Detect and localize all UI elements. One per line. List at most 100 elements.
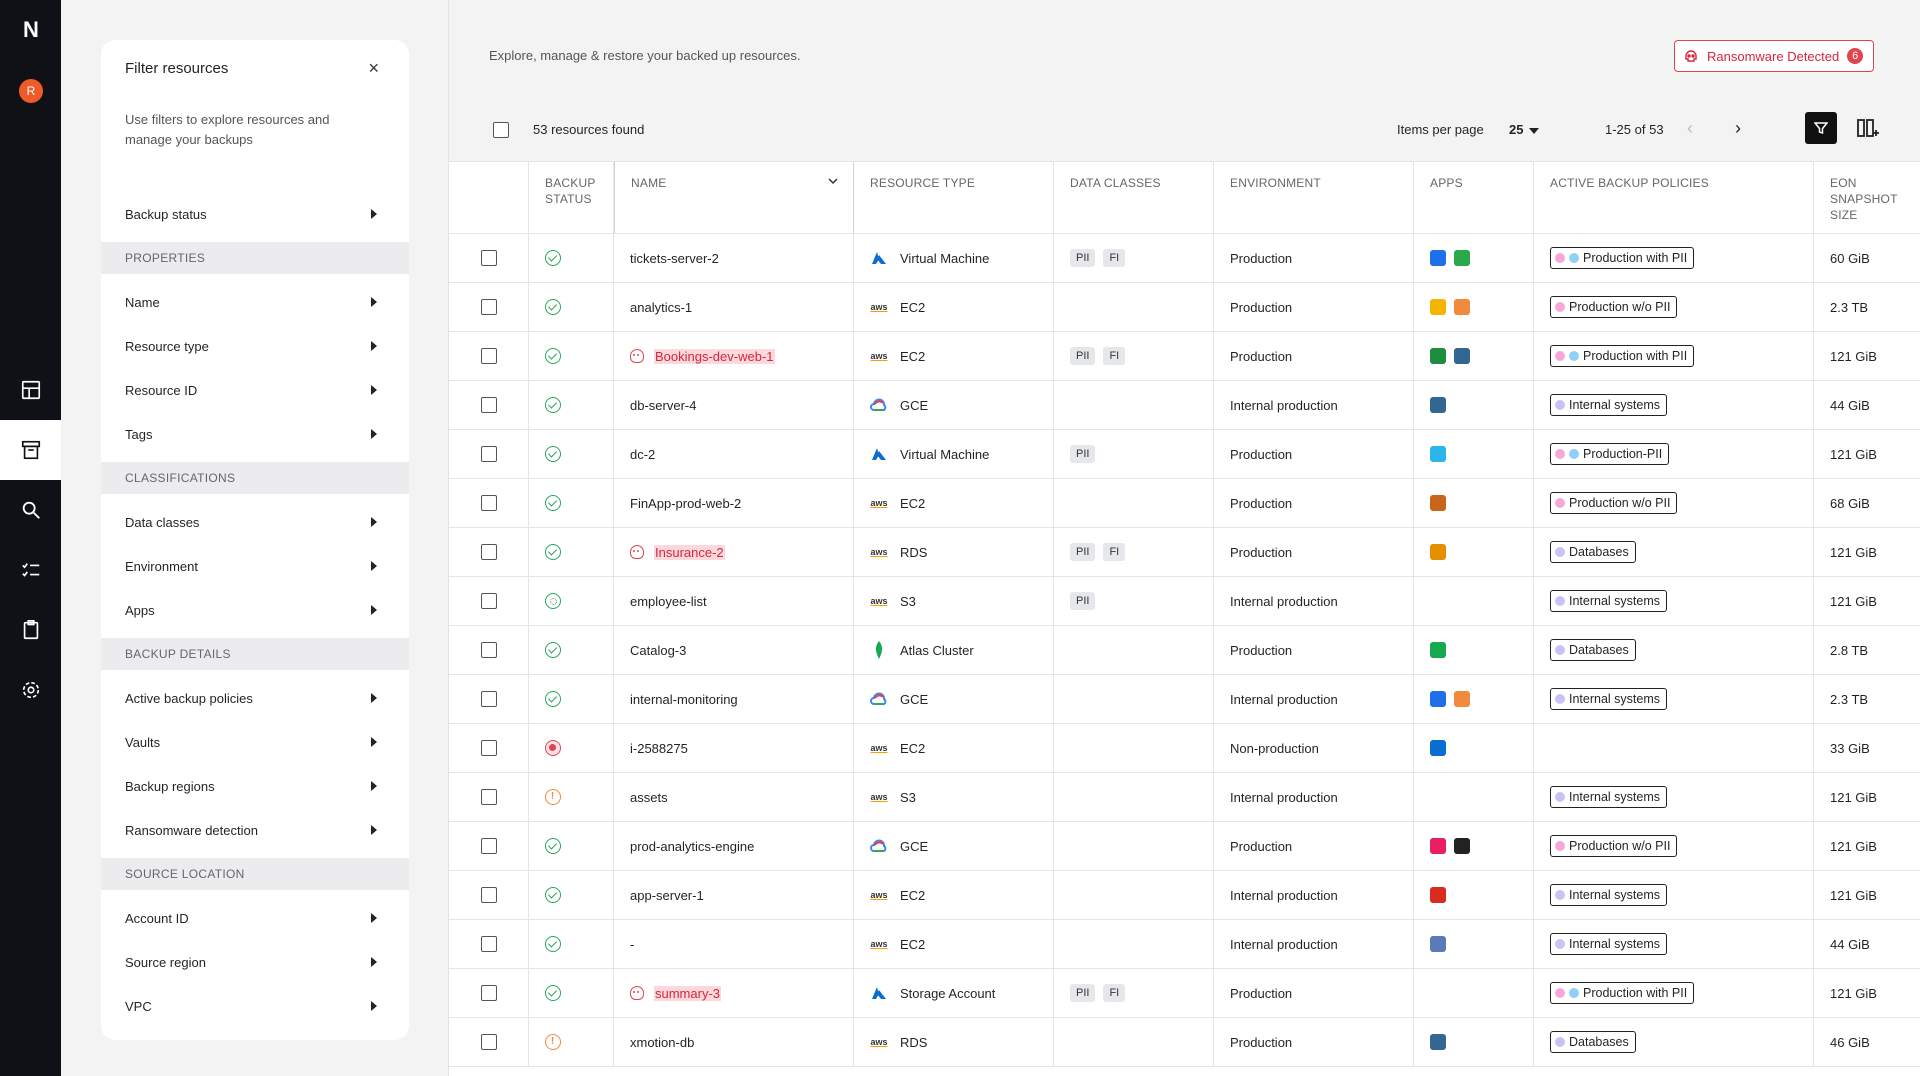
table-row[interactable]: db-server-4 GCE Internal production Interna… xyxy=(449,381,1920,430)
table-row[interactable]: xmotion-db aws RDS Production Databases 46 Gi… xyxy=(449,1018,1920,1067)
row-checkbox[interactable] xyxy=(480,887,497,903)
row-checkbox[interactable] xyxy=(480,299,497,315)
table-row[interactable]: i-2588275 aws EC2 Non-production 33 GiB xyxy=(449,724,1920,773)
prev-page-button[interactable]: ‹ xyxy=(1687,118,1693,139)
resource-name-link[interactable]: tickets-server-2 xyxy=(630,251,719,266)
items-per-page-select[interactable]: 25 xyxy=(1509,122,1539,137)
backup-policy-chip[interactable]: Production w/o PII xyxy=(1550,492,1678,514)
filter-item-backup-regions[interactable]: Backup regions xyxy=(101,764,409,808)
row-checkbox[interactable] xyxy=(480,495,497,511)
ransomware-detected-button[interactable]: Ransomware Detected 6 xyxy=(1674,40,1875,72)
resource-name-link[interactable]: Insurance-2 xyxy=(654,544,725,560)
row-checkbox[interactable] xyxy=(480,691,497,707)
filter-item-vaults[interactable]: Vaults xyxy=(101,720,409,764)
column-header-data-classes[interactable]: DATA CLASSES xyxy=(1054,162,1214,233)
table-row[interactable]: tickets-server-2 Virtual Machine PII FI Prod… xyxy=(449,234,1920,283)
filter-item-ransomware-detection[interactable]: Ransomware detection xyxy=(101,808,409,852)
backup-policy-chip[interactable]: Production with PII xyxy=(1550,982,1695,1004)
resource-name-link[interactable]: analytics-1 xyxy=(630,300,692,315)
filter-item-resource-type[interactable]: Resource type xyxy=(101,324,409,368)
row-checkbox[interactable] xyxy=(480,1034,497,1050)
backup-policy-chip[interactable]: Databases xyxy=(1550,1031,1636,1053)
row-checkbox[interactable] xyxy=(480,544,497,560)
backup-policy-chip[interactable]: Internal systems xyxy=(1550,394,1668,416)
row-checkbox[interactable] xyxy=(480,593,497,609)
table-row[interactable]: dc-2 Virtual Machine PII Production Producti… xyxy=(449,430,1920,479)
row-checkbox[interactable] xyxy=(480,789,497,805)
filter-item-apps[interactable]: Apps xyxy=(101,588,409,632)
app-logo[interactable]: N xyxy=(19,19,43,41)
resource-name-link[interactable]: i-2588275 xyxy=(630,741,688,756)
row-checkbox[interactable] xyxy=(480,348,497,364)
reports-nav[interactable] xyxy=(0,600,61,660)
column-header-snapshot-size[interactable]: EON SNAPSHOT SIZE xyxy=(1814,162,1920,233)
table-row[interactable]: analytics-1 aws EC2 Production Production w/… xyxy=(449,283,1920,332)
filter-item-active-backup-policies[interactable]: Active backup policies xyxy=(101,676,409,720)
resource-name-link[interactable]: db-server-4 xyxy=(630,398,696,413)
filter-item-resource-id[interactable]: Resource ID xyxy=(101,368,409,412)
table-row[interactable]: Bookings-dev-web-1 aws EC2 PII FI Production P… xyxy=(449,332,1920,381)
filter-item-source-region[interactable]: Source region xyxy=(101,940,409,984)
table-row[interactable]: assets aws S3 Internal production Internal s… xyxy=(449,773,1920,822)
resource-name-link[interactable]: xmotion-db xyxy=(630,1035,694,1050)
select-all-checkbox[interactable] xyxy=(493,122,509,138)
backup-policy-chip[interactable]: Databases xyxy=(1550,541,1636,563)
column-header-active-backup-policies[interactable]: ACTIVE BACKUP POLICIES xyxy=(1534,162,1814,233)
backup-policy-chip[interactable]: Production with PII xyxy=(1550,247,1695,269)
table-row[interactable]: FinApp-prod-web-2 aws EC2 Production Product… xyxy=(449,479,1920,528)
table-row[interactable]: Insurance-2 aws RDS PII FI Production Database… xyxy=(449,528,1920,577)
backup-policy-chip[interactable]: Internal systems xyxy=(1550,590,1668,612)
column-header-environment[interactable]: ENVIRONMENT xyxy=(1214,162,1414,233)
backup-policy-chip[interactable]: Production w/o PII xyxy=(1550,835,1678,857)
filter-item-environment[interactable]: Environment xyxy=(101,544,409,588)
filter-item-tags[interactable]: Tags xyxy=(101,412,409,456)
resource-name-link[interactable]: summary-3 xyxy=(654,985,722,1001)
resource-name-link[interactable]: app-server-1 xyxy=(630,888,704,903)
row-checkbox[interactable] xyxy=(480,838,497,854)
table-row[interactable]: internal-monitoring GCE Internal productio… xyxy=(449,675,1920,724)
resource-name-link[interactable]: Bookings-dev-web-1 xyxy=(654,348,775,364)
resource-name-link[interactable]: employee-list xyxy=(630,594,707,609)
resource-name-link[interactable]: prod-analytics-engine xyxy=(630,839,754,854)
resource-name-link[interactable]: - xyxy=(630,937,634,952)
column-header-name[interactable]: NAME xyxy=(614,162,854,233)
next-page-button[interactable]: › xyxy=(1735,118,1741,139)
filter-item-data-classes[interactable]: Data classes xyxy=(101,500,409,544)
search-nav[interactable] xyxy=(0,480,61,540)
user-avatar[interactable]: R xyxy=(19,79,43,103)
table-row[interactable]: summary-3 Storage Account PII FI Production P… xyxy=(449,969,1920,1018)
table-row[interactable]: - aws EC2 Internal production Internal syste… xyxy=(449,920,1920,969)
filter-toggle-button[interactable] xyxy=(1805,112,1837,144)
row-checkbox[interactable] xyxy=(480,985,497,1001)
column-header-resource-type[interactable]: RESOURCE TYPE xyxy=(854,162,1054,233)
backup-policy-chip[interactable]: Internal systems xyxy=(1550,786,1668,808)
settings-nav[interactable] xyxy=(0,660,61,720)
filter-item-name[interactable]: Name xyxy=(101,280,409,324)
backups-nav[interactable] xyxy=(0,420,61,480)
columns-icon[interactable] xyxy=(1855,116,1879,140)
resource-name-link[interactable]: internal-monitoring xyxy=(630,692,738,707)
backup-policy-chip[interactable]: Databases xyxy=(1550,639,1636,661)
filter-item-backup-status[interactable]: Backup status xyxy=(101,192,409,236)
row-checkbox[interactable] xyxy=(480,397,497,413)
row-checkbox[interactable] xyxy=(480,642,497,658)
row-checkbox[interactable] xyxy=(480,740,497,756)
close-icon[interactable]: × xyxy=(368,58,379,79)
backup-policy-chip[interactable]: Production-PII xyxy=(1550,443,1670,465)
jobs-nav[interactable] xyxy=(0,540,61,600)
backup-policy-chip[interactable]: Production with PII xyxy=(1550,345,1695,367)
filter-item-account-id[interactable]: Account ID xyxy=(101,896,409,940)
resource-name-link[interactable]: Catalog-3 xyxy=(630,643,686,658)
column-header-backup-status[interactable]: BACKUP STATUS xyxy=(529,162,614,233)
row-checkbox[interactable] xyxy=(480,250,497,266)
row-checkbox[interactable] xyxy=(480,446,497,462)
column-header-apps[interactable]: APPS xyxy=(1414,162,1534,233)
table-row[interactable]: app-server-1 aws EC2 Internal production Int… xyxy=(449,871,1920,920)
filter-item-vpc[interactable]: VPC xyxy=(101,984,409,1028)
dashboard-nav[interactable] xyxy=(0,360,61,420)
table-row[interactable]: employee-list aws S3 PII Internal production… xyxy=(449,577,1920,626)
backup-policy-chip[interactable]: Internal systems xyxy=(1550,884,1668,906)
backup-policy-chip[interactable]: Internal systems xyxy=(1550,933,1668,955)
resource-name-link[interactable]: assets xyxy=(630,790,668,805)
resource-name-link[interactable]: FinApp-prod-web-2 xyxy=(630,496,741,511)
